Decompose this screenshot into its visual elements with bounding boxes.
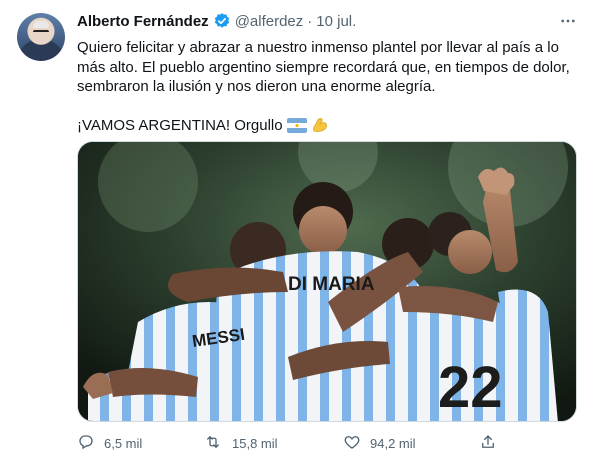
author-name[interactable]: Alberto Fernández — [77, 13, 209, 30]
retweet-icon — [203, 433, 223, 454]
jersey-name-dimaria: DI MARIA — [288, 274, 375, 295]
tweet-photo[interactable]: DI MARIA MESSI 22 — [77, 141, 577, 422]
vamos-argentina-text: ¡VAMOS ARGENTINA! Orgullo — [77, 117, 283, 134]
heart-icon — [343, 433, 361, 454]
avatar-glasses — [33, 30, 49, 34]
tweet-text-line: más alto. El pueblo argentino siempre re… — [77, 58, 570, 76]
team-celebration-photo: DI MARIA MESSI 22 — [78, 142, 576, 421]
avatar[interactable] — [17, 13, 65, 61]
tweet[interactable]: Alberto Fernández @alferdez · 10 jul. Qu… — [0, 0, 596, 457]
retweet-count: 15,8 mil — [232, 435, 278, 451]
retweet-button[interactable]: 15,8 mil — [203, 433, 278, 454]
tweet-header: Alberto Fernández @alferdez · 10 jul. — [77, 11, 356, 31]
flexed-biceps-icon — [311, 116, 329, 139]
jersey-number: 22 — [438, 355, 503, 420]
reply-icon — [77, 433, 95, 454]
more-options-icon[interactable] — [556, 9, 580, 33]
avatar-hair — [33, 21, 49, 28]
share-icon — [479, 433, 497, 454]
like-count: 94,2 mil — [370, 435, 416, 451]
tweet-text-line: sembraron la ilusión y nos dieron una en… — [77, 78, 436, 95]
tweet-text-line: Quiero felicitar y abrazar a nuestro inm… — [77, 39, 559, 56]
tweet-text-line: ¡VAMOS ARGENTINA! Orgullo — [77, 116, 582, 139]
author-handle[interactable]: @alferdez — [235, 13, 304, 30]
reply-button[interactable]: 6,5 mil — [77, 433, 142, 454]
tweet-actions: 6,5 mil 15,8 mil 94,2 mil — [77, 433, 507, 453]
tweet-text: Quiero felicitar y abrazar a nuestro inm… — [77, 38, 582, 139]
reply-count: 6,5 mil — [104, 435, 143, 451]
like-button[interactable]: 94,2 mil — [343, 433, 416, 454]
tweet-date[interactable]: 10 jul. — [316, 13, 356, 30]
verified-badge-icon — [213, 12, 231, 30]
separator-dot: · — [307, 12, 313, 30]
share-button[interactable] — [479, 433, 497, 454]
argentina-flag-icon — [286, 118, 307, 139]
